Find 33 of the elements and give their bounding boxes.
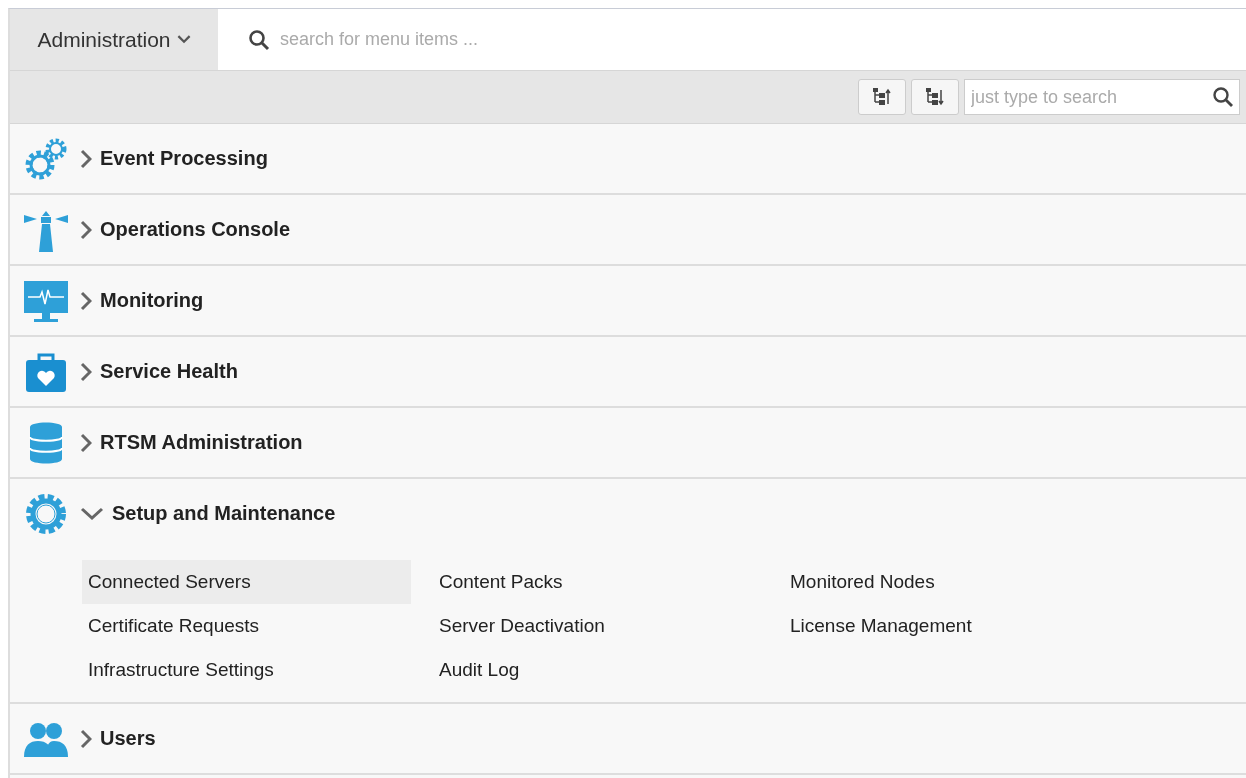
menu-item[interactable]: License Management	[784, 604, 1113, 648]
collapse-all-button[interactable]	[858, 79, 906, 115]
menu-item[interactable]: Monitored Nodes	[784, 560, 1113, 604]
section-header[interactable]: Monitoring	[80, 289, 204, 312]
tree-up-icon	[872, 87, 892, 107]
section-header[interactable]: Setup and Maintenance	[80, 502, 336, 525]
section-header[interactable]: RTSM Administration	[80, 431, 303, 454]
section-header[interactable]: Event Processing	[80, 147, 268, 170]
section-header[interactable]: Service Health	[80, 360, 238, 383]
menu-item[interactable]: Audit Log	[433, 648, 762, 692]
chevron-right-icon	[80, 148, 92, 169]
chevron-right-icon	[80, 728, 92, 749]
section-header[interactable]: Operations Console	[80, 218, 291, 241]
chevron-right-icon	[80, 432, 92, 453]
caret-icon	[176, 35, 191, 44]
filter-field[interactable]: just type to search	[964, 79, 1240, 115]
search-bar[interactable]: search for menu items ...	[218, 9, 1246, 70]
menu-dropdown[interactable]: Administration	[10, 9, 218, 70]
chevron-right-icon	[80, 219, 92, 240]
menu-item[interactable]: Server Deactivation	[433, 604, 762, 648]
search-field[interactable]: search for menu items ...	[278, 28, 1246, 51]
menu-item[interactable]: Content Packs	[433, 560, 762, 604]
section-header[interactable]: Users	[80, 727, 156, 750]
chevron-right-icon	[80, 361, 92, 382]
expand-all-button[interactable]	[911, 79, 959, 115]
search-icon	[1212, 86, 1234, 108]
chevron-down-icon	[80, 506, 104, 521]
menu-item[interactable]: Certificate Requests	[82, 604, 411, 648]
tree-down-icon	[925, 87, 945, 107]
menu-item[interactable]: Connected Servers	[82, 560, 411, 604]
search-icon	[248, 28, 270, 51]
menu-item[interactable]: Infrastructure Settings	[82, 648, 411, 692]
chevron-right-icon	[80, 290, 92, 311]
